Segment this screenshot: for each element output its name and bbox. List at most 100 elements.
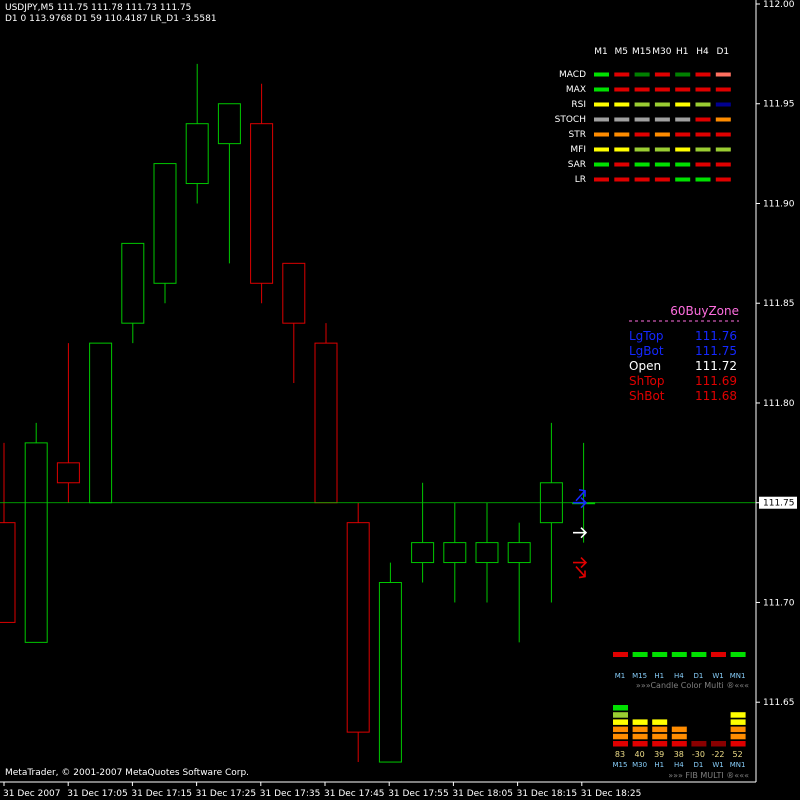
candle-body	[475, 542, 499, 564]
matrix-cell	[675, 162, 691, 167]
price-axis: 112.00 111.95 111.90 111.85 111.80 111.75 111.…	[755, 0, 797, 782]
matrix-timeframe-label: M5	[615, 47, 629, 57]
candle-body	[185, 123, 209, 185]
matrix-cell	[634, 72, 650, 77]
price-chart[interactable]: 112.00111.95111.90111.85111.80111.75111.…	[0, 0, 800, 800]
fib-bar-segment	[730, 712, 746, 718]
matrix-cell	[695, 132, 711, 137]
fib-bar-segment	[730, 726, 746, 733]
time-tick-label: 31 Dec 17:45	[324, 789, 385, 799]
candle-color-cell	[613, 652, 628, 657]
matrix-cell	[715, 87, 731, 92]
zone-label: LgTop	[629, 329, 664, 343]
fib-bar-segment	[730, 733, 746, 740]
fib-bar-segment	[632, 741, 648, 747]
candle-color-caption: »»»Candle Color Multi ®«««	[636, 681, 749, 690]
candle-color-cell	[711, 652, 726, 657]
fib-bar-segment	[613, 705, 628, 711]
current-price-text: 111.75	[763, 499, 795, 509]
price-tick-label: 111.85	[763, 299, 795, 309]
fib-bar-segment	[671, 741, 687, 747]
price-tick-label: 111.95	[763, 100, 795, 110]
fib-bar-segment	[613, 726, 628, 733]
fib-bar-segment	[730, 741, 746, 747]
matrix-cell	[695, 177, 711, 182]
matrix-row-label: STOCH	[555, 115, 586, 125]
fib-bar-segment	[711, 741, 726, 747]
fib-value: 52	[733, 750, 743, 759]
chart-header-line-2: D1 0 113.9768 D1 59 110.4187 LR_D1 -3.55…	[5, 14, 217, 24]
matrix-timeframe-label: H1	[676, 47, 689, 57]
fib-bar-segment	[613, 712, 628, 718]
matrix-timeframe-label: M1	[594, 47, 608, 57]
candle-color-tf: H1	[654, 672, 664, 680]
matrix-cell	[695, 147, 711, 152]
matrix-cell	[594, 72, 609, 77]
matrix-cell	[695, 102, 711, 107]
zone-value: 111.72	[695, 359, 737, 373]
time-tick-label: 31 Dec 18:25	[581, 789, 642, 799]
matrix-cell	[634, 132, 650, 137]
candle-color-multi-panel: M1 M15 H1 H4 D1 W1 MN1»»»Candle Color Multi ®«…	[613, 652, 749, 690]
matrix-row-label: LR	[575, 175, 586, 185]
matrix-cell	[675, 117, 691, 122]
matrix-cell	[675, 132, 691, 137]
fib-tf: H4	[674, 761, 684, 769]
time-tick-label: 31 Dec 18:15	[517, 789, 578, 799]
matrix-cell	[594, 117, 609, 122]
fib-multi-panel: 83 M15 40 M30 39 H1 38 H4 -30 D1 -22 W1 52 MN1 »»» FIB…	[613, 705, 749, 780]
zone-value: 111.75	[695, 344, 737, 358]
matrix-cell	[634, 102, 650, 107]
time-tick-label: 31 Dec 17:05	[67, 789, 128, 799]
matrix-cell	[715, 177, 731, 182]
candle-body	[411, 542, 435, 564]
fib-bar-segment	[652, 726, 668, 733]
matrix-cell	[634, 117, 650, 122]
matrix-cell	[594, 147, 609, 152]
fib-tf: W1	[712, 761, 723, 769]
matrix-cell	[614, 147, 630, 152]
matrix-cell	[614, 132, 630, 137]
candle-color-cell	[632, 652, 648, 657]
fib-bar-segment	[671, 733, 687, 740]
current-price-label: 111.75	[759, 496, 797, 509]
matrix-cell	[634, 177, 650, 182]
matrix-row-label: MAX	[566, 85, 586, 95]
price-tick-label: 112.00	[763, 0, 795, 10]
zone-label: Open	[629, 359, 661, 373]
matrix-timeframe-label: H4	[696, 47, 709, 57]
matrix-timeframe-label: M30	[652, 47, 671, 57]
candle-color-cell	[691, 652, 707, 657]
matrix-cell	[715, 147, 731, 152]
candle-series	[0, 63, 596, 763]
candle-color-cell	[730, 652, 746, 657]
buy-zone-panel: 60BuyZone LgTop 111.76 LgBot 111.75 Open 111.7…	[629, 304, 739, 403]
chart-header-line-1: USDJPY,M5 111.75 111.78 111.73 111.75	[5, 3, 192, 13]
matrix-cell	[614, 162, 630, 167]
time-tick-label: 31 Dec 17:55	[388, 789, 449, 799]
candle-color-tf: M1	[615, 672, 626, 680]
candle-body	[24, 442, 48, 643]
fib-bar-segment	[632, 726, 648, 733]
matrix-cell	[715, 72, 731, 77]
signal-arrow-right	[573, 556, 588, 569]
matrix-cell	[715, 132, 731, 137]
matrix-row-label: MFI	[570, 145, 586, 155]
matrix-cell	[654, 72, 670, 77]
zone-value: 111.76	[695, 329, 737, 343]
candle-body	[217, 103, 241, 145]
candle-body	[89, 342, 113, 504]
candle-color-tf: D1	[693, 672, 703, 680]
fib-bar-segment	[691, 741, 707, 747]
matrix-cell	[675, 102, 691, 107]
matrix-cell	[675, 147, 691, 152]
fib-tf: M15	[613, 761, 628, 769]
candle-color-tf: W1	[712, 672, 723, 680]
candle-color-tf: H4	[674, 672, 684, 680]
candle-body	[282, 262, 306, 324]
matrix-cell	[594, 87, 609, 92]
matrix-cell	[634, 162, 650, 167]
candle-color-cell	[652, 652, 668, 657]
matrix-cell	[594, 177, 609, 182]
price-tick-label: 111.65	[763, 698, 795, 708]
